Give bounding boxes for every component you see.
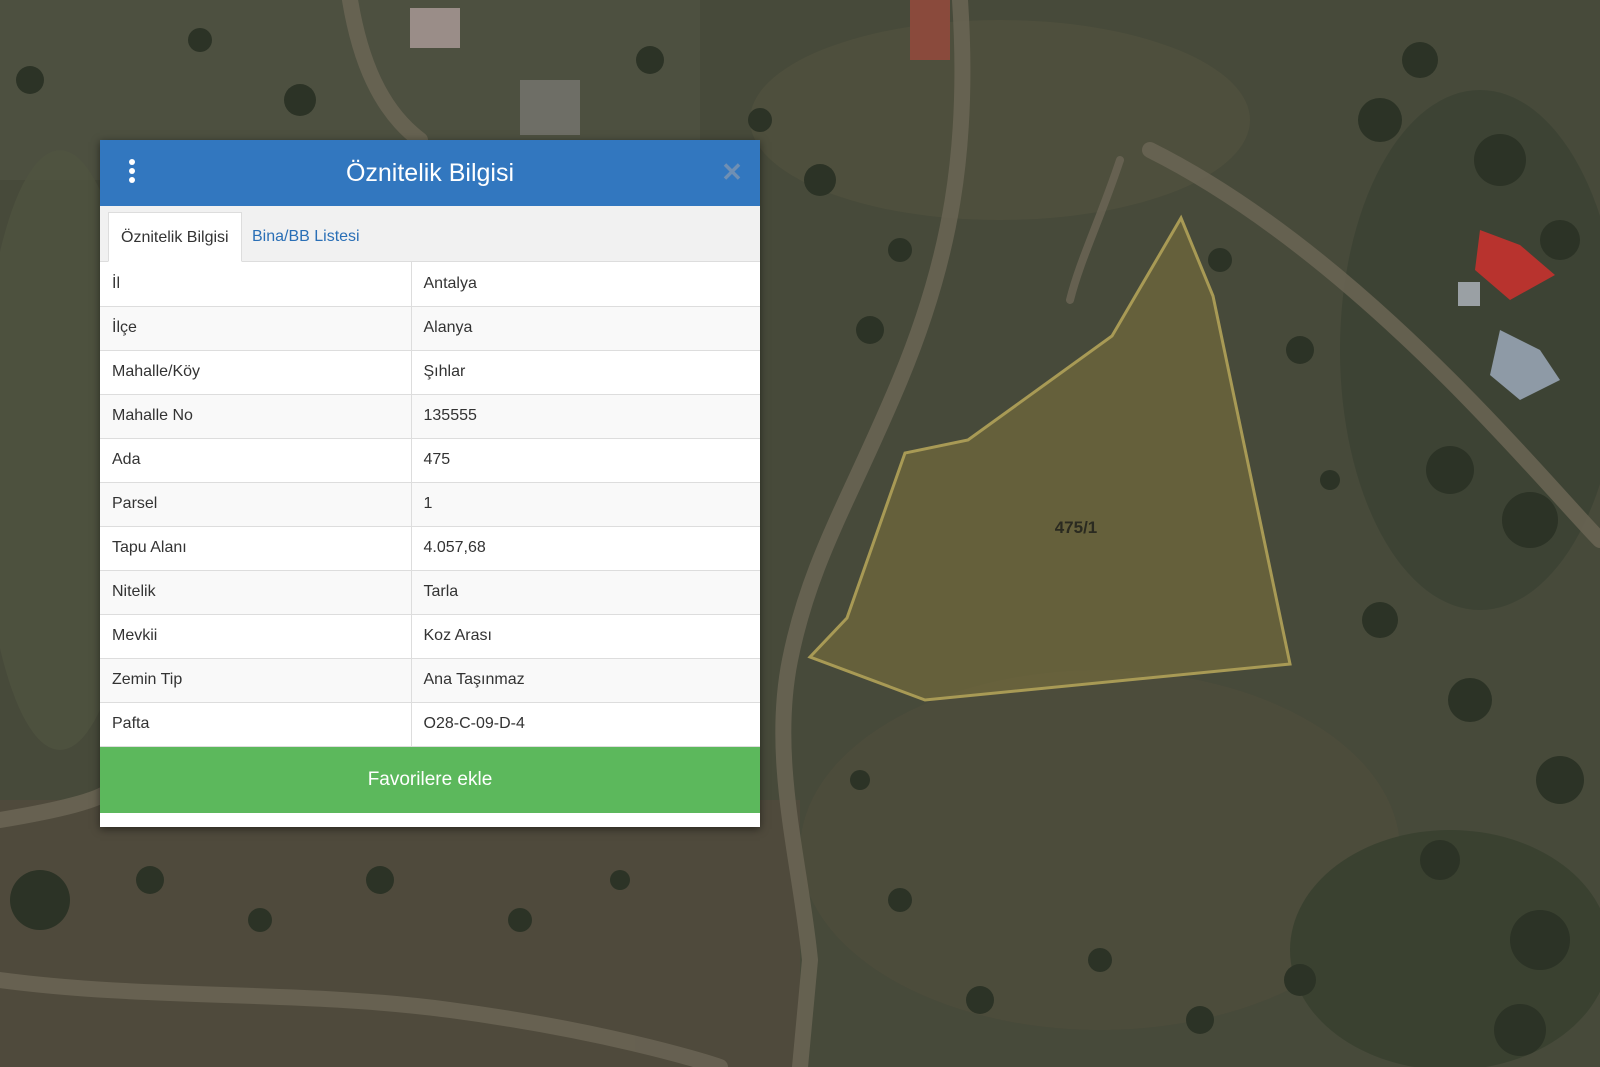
attribute-value: O28-C-09-D-4 [411, 702, 760, 747]
attribute-key: Tapu Alanı [100, 526, 412, 571]
attribute-key: Ada [100, 438, 412, 483]
table-row: Tapu Alanı 4.057,68 [100, 526, 760, 571]
attribute-key: Parsel [100, 482, 412, 527]
attribute-value: Ana Taşınmaz [411, 658, 760, 703]
attribute-key: İl [100, 262, 412, 307]
attribute-value: 475 [411, 438, 760, 483]
attribute-key: Mevkii [100, 614, 412, 659]
attribute-value: 1 [411, 482, 760, 527]
attribute-key: İlçe [100, 306, 412, 351]
attribute-table: İl Antalya İlçe Alanya Mahalle/Köy Şıhlar Maha… [100, 262, 760, 747]
attribute-value: Koz Arası [411, 614, 760, 659]
attribute-key: Pafta [100, 702, 412, 747]
table-row: Mahalle/Köy Şıhlar [100, 350, 760, 395]
attribute-key: Mahalle/Köy [100, 350, 412, 395]
table-row: Mahalle No 135555 [100, 394, 760, 439]
attribute-value: Tarla [411, 570, 760, 615]
table-row: Parsel 1 [100, 482, 760, 527]
tab-building-list[interactable]: Bina/BB Listesi [240, 212, 372, 262]
table-row: Zemin Tip Ana Taşınmaz [100, 658, 760, 703]
attribute-value: Alanya [411, 306, 760, 351]
attribute-value: 135555 [411, 394, 760, 439]
panel-title: Öznitelik Bilgisi [345, 159, 515, 187]
attribute-key: Mahalle No [100, 394, 412, 439]
add-to-favorites-button[interactable]: Favorilere ekle [100, 746, 760, 813]
table-row: Nitelik Tarla [100, 570, 760, 615]
attribute-info-panel: Öznitelik Bilgisi ✕ Öznitelik Bilgisi Bi… [100, 140, 760, 827]
table-row: Pafta O28-C-09-D-4 [100, 702, 760, 747]
attribute-value: Şıhlar [411, 350, 760, 395]
attribute-value: 4.057,68 [411, 526, 760, 571]
table-row: İl Antalya [100, 262, 760, 307]
close-icon[interactable]: ✕ [718, 158, 746, 186]
panel-header: Öznitelik Bilgisi ✕ [100, 140, 760, 206]
attribute-value: Antalya [411, 262, 760, 307]
parcel-label: 475/1 [1055, 518, 1098, 537]
table-row: Ada 475 [100, 438, 760, 483]
panel-tabs: Öznitelik Bilgisi Bina/BB Listesi [100, 206, 760, 262]
attribute-key: Nitelik [100, 570, 412, 615]
table-row: İlçe Alanya [100, 306, 760, 351]
table-row: Mevkii Koz Arası [100, 614, 760, 659]
attribute-key: Zemin Tip [100, 658, 412, 703]
tab-attribute-info[interactable]: Öznitelik Bilgisi [108, 212, 242, 262]
